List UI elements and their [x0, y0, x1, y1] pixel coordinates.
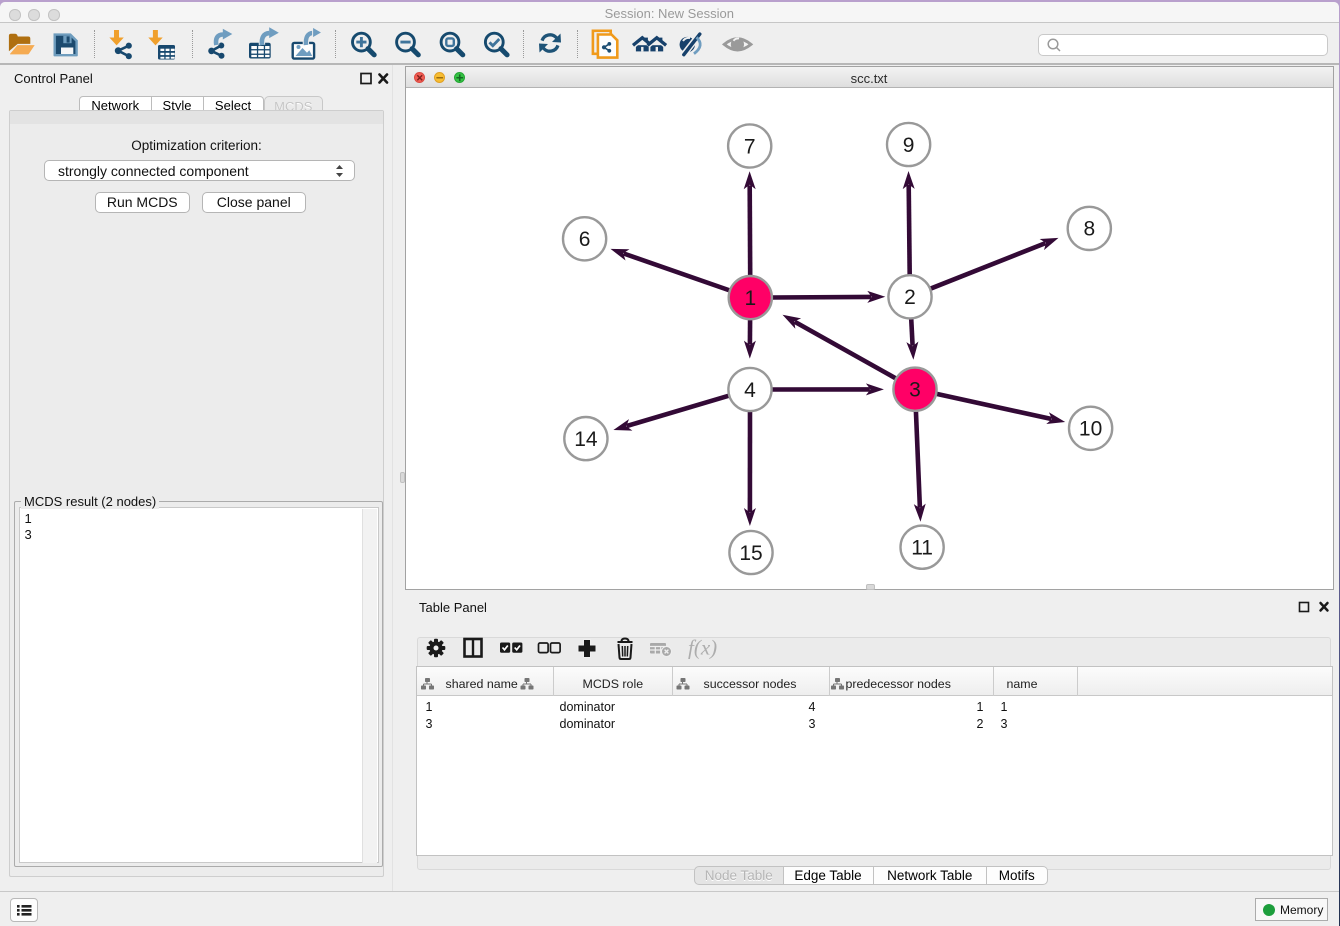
svg-text:2: 2	[904, 286, 916, 309]
svg-text:4: 4	[744, 378, 756, 401]
svg-text:10: 10	[1078, 417, 1101, 440]
svg-text:f(x): f(x)	[688, 636, 717, 660]
svg-text:8: 8	[1083, 217, 1095, 240]
svg-text:11: 11	[911, 536, 933, 559]
svg-text:3: 3	[909, 378, 921, 401]
svg-text:9: 9	[902, 133, 914, 156]
svg-text:7: 7	[743, 135, 755, 158]
svg-text:6: 6	[578, 228, 590, 251]
svg-text:1: 1	[744, 286, 756, 309]
svg-text:14: 14	[574, 427, 598, 450]
svg-text:15: 15	[739, 541, 762, 564]
